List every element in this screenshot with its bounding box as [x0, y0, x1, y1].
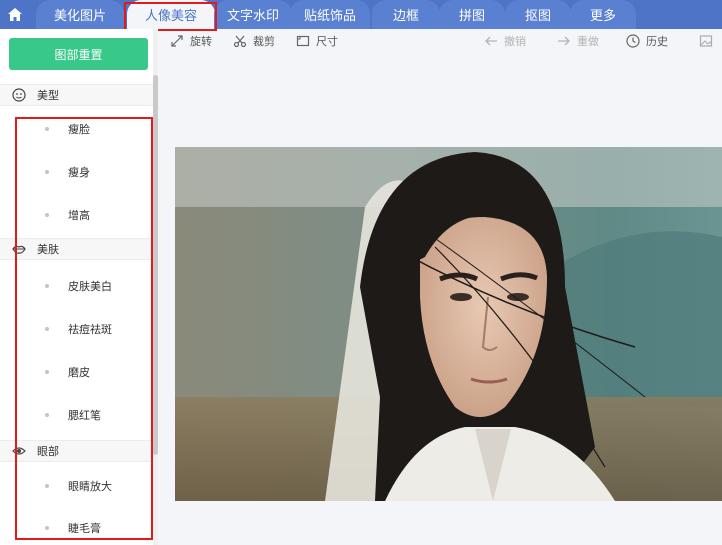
photo-canvas[interactable]: [175, 147, 722, 501]
bullet-icon: [45, 213, 49, 217]
menu-item-label: 瘦脸: [68, 123, 90, 136]
section-skin[interactable]: 美肤: [0, 238, 153, 260]
undo-button[interactable]: 撤销: [483, 32, 526, 50]
home-icon[interactable]: [0, 0, 30, 29]
tab-cutout[interactable]: 抠图: [505, 0, 571, 29]
reset-all-button[interactable]: 图部重置: [9, 38, 148, 70]
tab-stickers[interactable]: 贴纸饰品: [290, 0, 370, 29]
bullet-icon: [45, 413, 49, 417]
resize-icon: [295, 33, 311, 49]
image-button[interactable]: [698, 32, 719, 50]
menu-item-slim-face[interactable]: 瘦脸: [0, 119, 153, 139]
rotate-icon: [169, 33, 185, 49]
clock-icon: [625, 33, 641, 49]
menu-item-heighten[interactable]: 增高: [0, 205, 153, 225]
lips-icon: [11, 241, 27, 257]
history-label: 历史: [646, 35, 668, 48]
eye-icon: [11, 443, 27, 459]
bullet-icon: [45, 526, 49, 530]
undo-arrow-icon: [483, 33, 499, 49]
redo-label: 重做: [577, 35, 599, 48]
menu-item-label: 腮红笔: [68, 409, 101, 422]
menu-item-label: 眼睛放大: [68, 480, 112, 493]
bullet-icon: [45, 170, 49, 174]
bullet-icon: [45, 284, 49, 288]
portrait-image: [175, 147, 722, 501]
menu-item-blush[interactable]: 腮红笔: [0, 405, 153, 425]
menu-item-label: 增高: [68, 209, 90, 222]
crop-button[interactable]: 裁剪: [232, 32, 275, 50]
tab-border[interactable]: 边框: [372, 0, 440, 29]
size-label: 尺寸: [316, 35, 338, 48]
menu-item-smoothing[interactable]: 磨皮: [0, 362, 153, 382]
section-label: 眼部: [37, 445, 59, 458]
face-icon: [11, 87, 27, 103]
menu-item-whitening[interactable]: 皮肤美白: [0, 276, 153, 296]
menu-item-blemish[interactable]: 祛痘祛斑: [0, 319, 153, 339]
menu-item-label: 祛痘祛斑: [68, 323, 112, 336]
tab-collage[interactable]: 拼图: [439, 0, 505, 29]
tab-more[interactable]: 更多: [570, 0, 636, 29]
redo-arrow-icon: [556, 33, 572, 49]
top-nav: 美化图片 人像美容 文字水印 贴纸饰品 边框 拼图 抠图 更多: [0, 0, 722, 29]
menu-item-label: 皮肤美白: [68, 280, 112, 293]
tab-text-watermark[interactable]: 文字水印: [214, 0, 292, 29]
size-button[interactable]: 尺寸: [295, 32, 338, 50]
history-button[interactable]: 历史: [625, 32, 668, 50]
bullet-icon: [45, 370, 49, 374]
section-eyes[interactable]: 眼部: [0, 440, 153, 462]
sidebar-scrollbar-thumb[interactable]: [153, 75, 158, 455]
menu-item-label: 磨皮: [68, 366, 90, 379]
crop-label: 裁剪: [253, 35, 275, 48]
section-shape[interactable]: 美型: [0, 84, 153, 106]
menu-item-mascara[interactable]: 睫毛膏: [0, 518, 153, 538]
bullet-icon: [45, 127, 49, 131]
scissors-icon: [232, 33, 248, 49]
rotate-button[interactable]: 旋转: [169, 32, 212, 50]
menu-item-slim-body[interactable]: 瘦身: [0, 162, 153, 182]
rotate-label: 旋转: [190, 35, 212, 48]
menu-item-eye-enlarge[interactable]: 眼睛放大: [0, 476, 153, 496]
bullet-icon: [45, 484, 49, 488]
image-icon: [698, 33, 714, 49]
menu-item-label: 瘦身: [68, 166, 90, 179]
tab-portrait[interactable]: 人像美容: [127, 0, 215, 29]
section-label: 美型: [37, 89, 59, 102]
tab-beautify[interactable]: 美化图片: [36, 0, 124, 29]
menu-item-label: 睫毛膏: [68, 522, 101, 535]
bullet-icon: [45, 327, 49, 331]
redo-button[interactable]: 重做: [556, 32, 599, 50]
section-label: 美肤: [37, 243, 59, 256]
undo-label: 撤销: [504, 35, 526, 48]
